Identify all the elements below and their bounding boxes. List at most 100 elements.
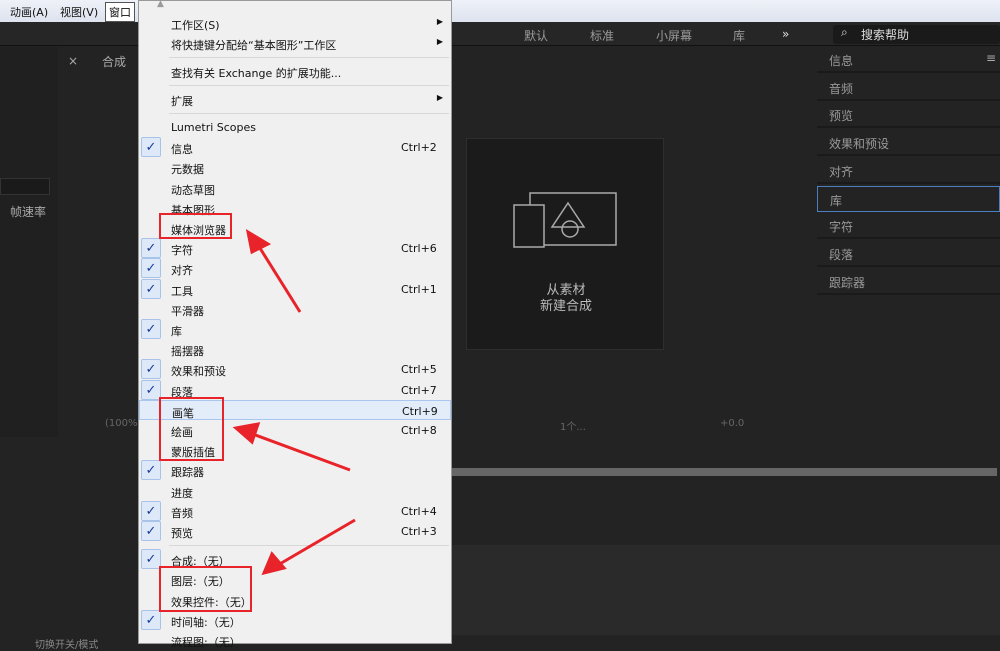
menu-item[interactable]: 扩展 ▶ — [139, 89, 451, 109]
menu-item-label: Lumetri Scopes — [171, 121, 257, 134]
menu-item[interactable]: 摇摆器 — [139, 339, 451, 359]
close-icon[interactable]: × — [68, 54, 78, 68]
menu-item[interactable]: 动态草图 — [139, 178, 451, 198]
menu-item-label: 对齐 — [171, 264, 193, 278]
workspace-small-screen[interactable]: 小屏幕 — [656, 27, 692, 44]
menu-item-shortcut: Ctrl+3 — [401, 525, 437, 538]
workspace-default[interactable]: 默认 — [524, 27, 548, 44]
panel-tab[interactable]: 效果和预设 — [817, 130, 1000, 157]
checkmark-icon: ✓ — [141, 359, 161, 380]
timeline-track-area — [452, 545, 1000, 635]
menu-item-label: 平滑器 — [171, 304, 204, 318]
menu-item[interactable]: 查找有关 Exchange 的扩展功能... — [139, 61, 451, 81]
menu-item-label: 将快捷键分配给“基本图形”工作区 — [171, 39, 337, 52]
menu-item[interactable]: 媒体浏览器 — [139, 218, 451, 238]
menu-item-shortcut: Ctrl+5 — [401, 363, 437, 377]
workspace-overflow[interactable]: » — [782, 27, 789, 41]
panel-tab[interactable]: 库 — [817, 185, 1000, 212]
menu-item-label: 时间轴:（无） — [171, 615, 241, 629]
submenu-arrow-icon: ▶ — [436, 93, 443, 102]
checkmark-icon: ✓ — [141, 319, 161, 339]
checkmark-icon: ✓ — [141, 500, 161, 521]
menu-item-label: 流程图:（无） — [171, 636, 241, 650]
workspace-library[interactable]: 库 — [733, 27, 745, 44]
menu-item-label: 蒙版插值 — [171, 446, 215, 460]
menu-item[interactable]: Lumetri Scopes — [139, 117, 451, 137]
menu-item[interactable]: 图层:（无） — [139, 569, 451, 589]
menu-item[interactable]: ✓ 工具 Ctrl+1 — [139, 278, 451, 299]
menu-item[interactable]: 绘画 Ctrl+8 — [139, 420, 451, 440]
panel-tab[interactable]: 跟踪器 — [817, 269, 1000, 295]
menu-item[interactable]: 工作区(S) ▶ — [139, 13, 451, 33]
menu-item[interactable]: ✓ 信息 Ctrl+2 — [139, 137, 451, 158]
search-icon: ⌕ — [841, 25, 848, 39]
menu-animation[interactable]: 动画(A) — [10, 4, 48, 20]
menu-item[interactable]: 将快捷键分配给“基本图形”工作区 ▶ — [139, 33, 451, 53]
comp-footage-icon — [513, 192, 617, 248]
menu-item-label: 基本图形 — [171, 203, 215, 217]
new-comp-from-footage[interactable]: 从素材 新建合成 — [466, 138, 664, 350]
menu-item-label: 信息 — [171, 143, 193, 157]
menu-item-shortcut: Ctrl+4 — [401, 504, 437, 518]
panel-menu-icon[interactable]: ≡ — [986, 51, 996, 65]
menu-item-label: 查找有关 Exchange 的扩展功能... — [171, 67, 342, 80]
submenu-arrow-icon: ▶ — [436, 17, 443, 26]
menu-item[interactable]: ✓ 对齐 — [139, 258, 451, 279]
menu-item-label: 段落 — [171, 385, 193, 399]
menu-item[interactable]: ✓ 预览 Ctrl+3 — [139, 521, 451, 541]
menu-item[interactable]: ✓ 跟踪器 — [139, 460, 451, 481]
menu-window[interactable]: 窗口 — [105, 2, 135, 22]
workspace-standard[interactable]: 标准 — [590, 27, 614, 44]
menu-separator — [169, 85, 449, 86]
menu-item-shortcut: Ctrl+1 — [401, 282, 437, 296]
project-search[interactable] — [0, 178, 50, 195]
panel-tab[interactable]: 信息 — [817, 47, 1000, 73]
menu-item[interactable]: ✓ 字符 Ctrl+6 — [139, 238, 451, 259]
menu-item[interactable]: ✓ 时间轴:（无） — [139, 609, 451, 630]
menu-item-label: 动态草图 — [171, 183, 215, 197]
menu-item[interactable]: 平滑器 — [139, 299, 451, 319]
checkmark-icon: ✓ — [141, 609, 161, 630]
checkmark-icon: ✓ — [141, 137, 161, 158]
timeline-work-area[interactable] — [452, 468, 997, 476]
framerate-column[interactable]: 帧速率 — [10, 203, 46, 220]
panel-tab[interactable]: 对齐 — [817, 158, 1000, 184]
menu-item[interactable]: 进度 — [139, 481, 451, 501]
view-count-select[interactable]: 1个... — [560, 418, 586, 433]
menu-item-label: 跟踪器 — [171, 466, 204, 480]
menu-item[interactable]: 元数据 — [139, 157, 451, 177]
checkmark-icon: ✓ — [141, 460, 161, 481]
menu-item[interactable]: 流程图:（无） — [139, 630, 451, 650]
zoom-select[interactable]: (100%) — [105, 418, 141, 429]
menu-item[interactable]: ✓ 音频 Ctrl+4 — [139, 500, 451, 521]
menu-item-label: 字符 — [171, 244, 193, 258]
menu-item-label: 元数据 — [171, 163, 204, 177]
exposure-value[interactable]: +0.0 — [720, 418, 744, 429]
menu-item[interactable]: ✓ 效果和预设 Ctrl+5 — [139, 359, 451, 380]
panel-tab[interactable]: 音频 — [817, 75, 1000, 101]
scroll-up-icon[interactable]: ▲ — [157, 0, 164, 9]
menu-item-label: 合成:（无） — [171, 555, 230, 568]
window-menu: ▲ 工作区(S) ▶ 将快捷键分配给“基本图形”工作区 ▶ 查找有关 Exchange … — [138, 0, 452, 649]
menu-item-label: 效果控件:（无） — [171, 595, 252, 609]
checkmark-icon: ✓ — [141, 238, 161, 259]
panel-tab[interactable]: 预览 — [817, 102, 1000, 129]
comp-tab[interactable]: 合成 — [102, 53, 126, 70]
menu-item[interactable]: 画笔 Ctrl+9 — [139, 399, 451, 420]
menu-item-label: 媒体浏览器 — [171, 224, 226, 237]
menu-item[interactable]: ✓ 段落 Ctrl+7 — [139, 379, 451, 400]
menu-item[interactable]: ✓ 合成:（无） — [139, 549, 451, 569]
submenu-arrow-icon: ▶ — [436, 37, 443, 46]
menu-separator — [169, 545, 449, 546]
menu-item-label: 扩展 — [171, 95, 193, 108]
menu-item-label: 画笔 — [172, 406, 194, 420]
menu-item[interactable]: ✓ 库 — [139, 319, 451, 339]
menu-item[interactable]: 基本图形 — [139, 198, 451, 218]
menu-view[interactable]: 视图(V) — [60, 4, 98, 20]
search-help-input[interactable]: ⌕ 搜索帮助 — [833, 25, 1000, 44]
menu-item-label: 效果和预设 — [171, 365, 226, 379]
menu-item[interactable]: 蒙版插值 — [139, 440, 451, 460]
menu-item[interactable]: 效果控件:（无） — [139, 590, 451, 610]
panel-tab[interactable]: 段落 — [817, 241, 1000, 267]
panel-tab[interactable]: 字符 — [817, 213, 1000, 240]
